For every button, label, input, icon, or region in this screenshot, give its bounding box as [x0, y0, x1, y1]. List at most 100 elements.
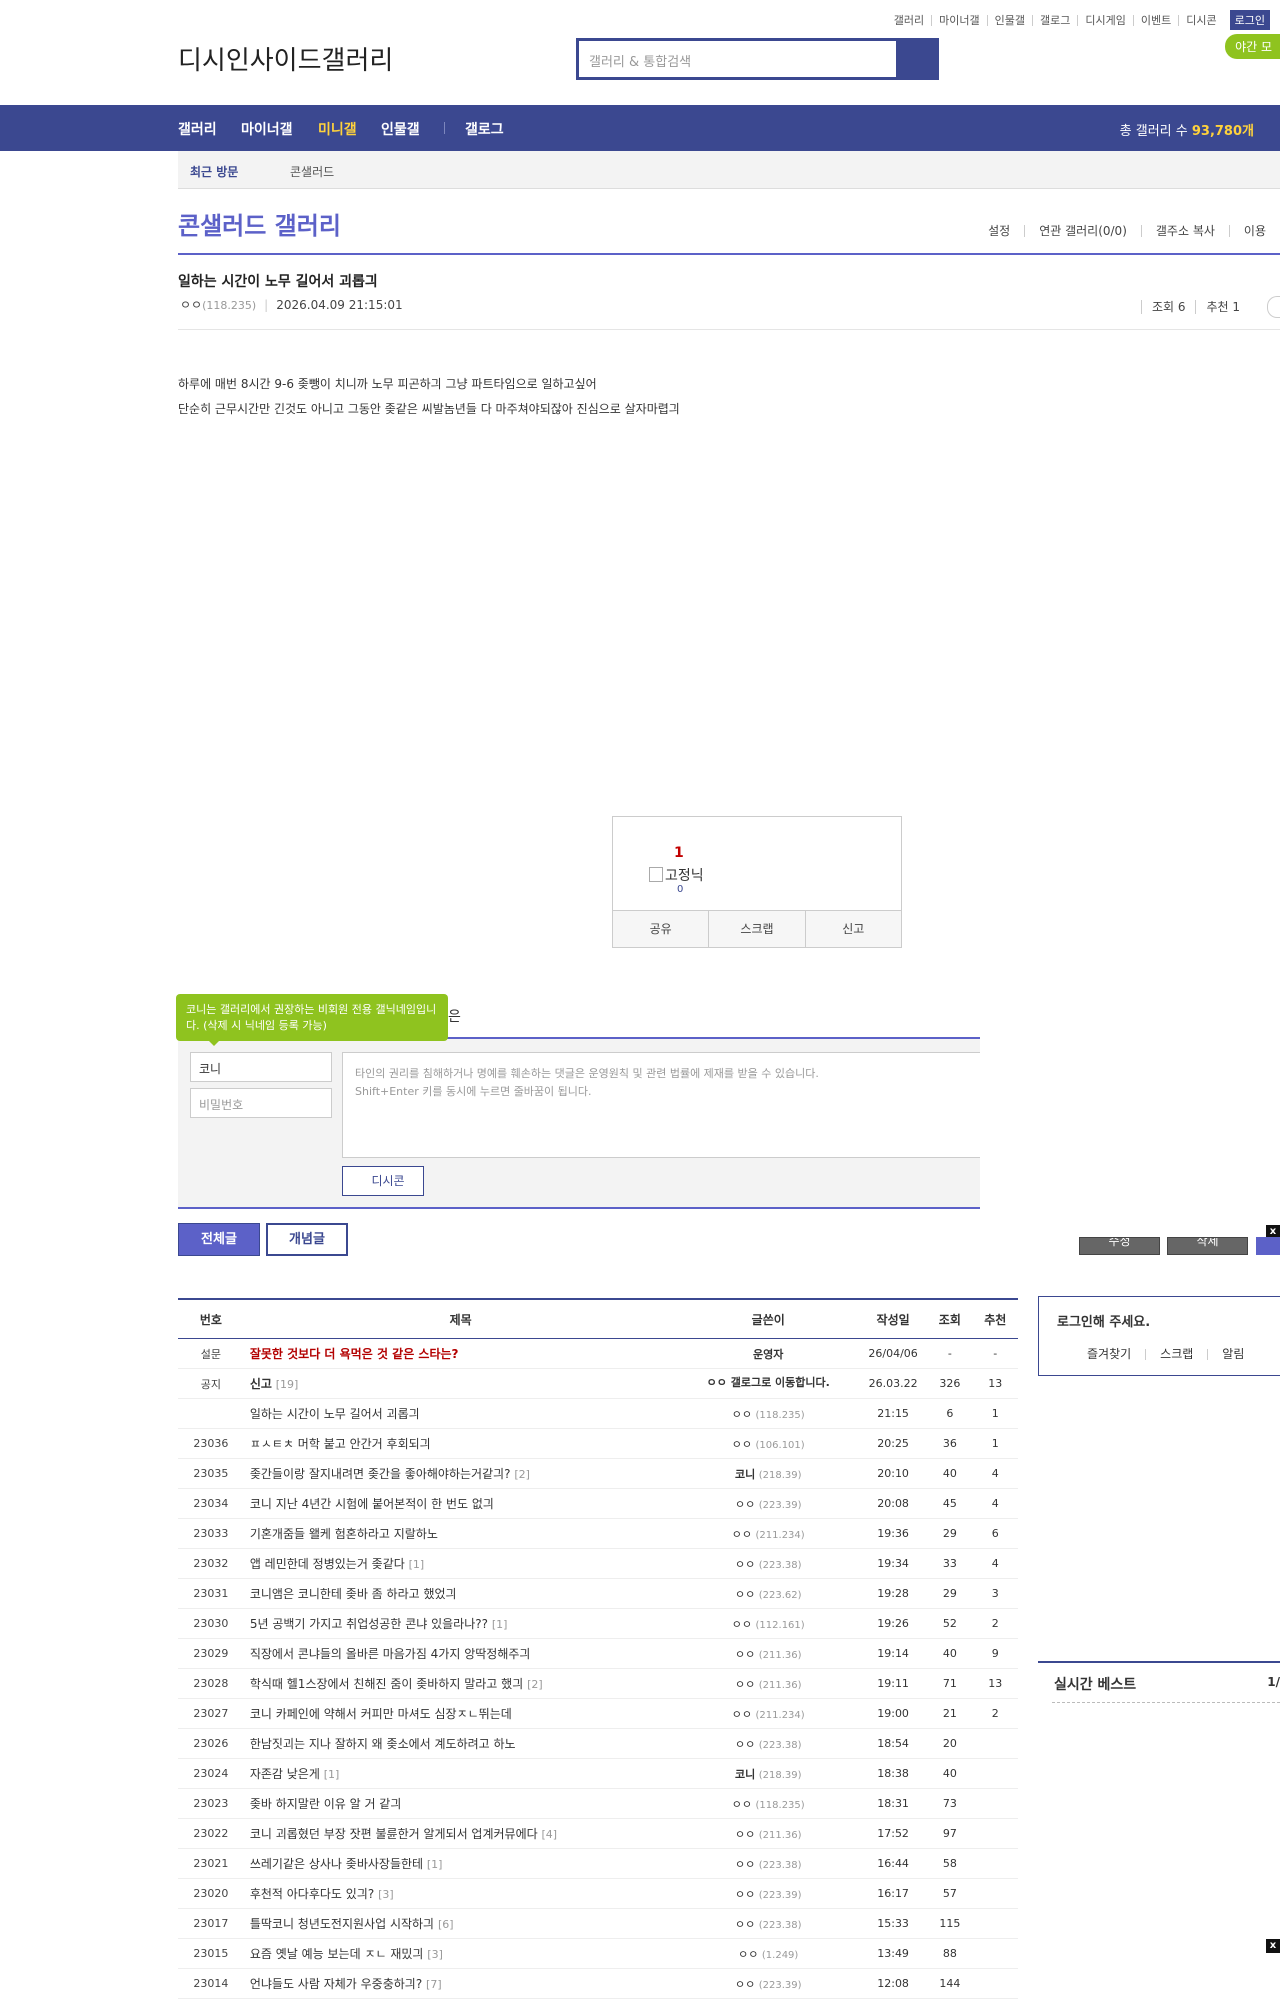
writer-name[interactable]: 코니 — [735, 1768, 755, 1781]
post-writer[interactable]: ㅇㅇ (223.38) — [677, 1908, 860, 1939]
util-link-dcgame[interactable]: 디시게임 — [1077, 14, 1132, 26]
util-link-gallog[interactable]: 갤로그 — [1032, 14, 1077, 26]
comment-count[interactable]: [1] — [492, 1618, 508, 1631]
post-title-link[interactable]: 기혼개줌들 왤케 험혼하라고 지랄하노 — [250, 1527, 438, 1541]
post-writer[interactable]: ㅇㅇ 갤로그로 이동합니다. — [677, 1368, 860, 1399]
post-title-link[interactable]: 직장에서 콘냐들의 올바른 마음가짐 4가지 앙딱정해주긔 — [250, 1647, 531, 1661]
gallery-settings-link[interactable]: 설정 — [974, 225, 1024, 237]
all-posts-tab[interactable]: 전체글 — [178, 1223, 260, 1256]
search-input[interactable]: 갤러리 & 통합검색 — [579, 41, 896, 77]
comment-name-field[interactable]: 코니 — [190, 1052, 332, 1082]
writer-name[interactable]: ㅇㅇ — [735, 1888, 755, 1901]
post-title-cell[interactable]: 코니 지난 4년간 시험에 붙어본적이 한 번도 없긔 — [243, 1488, 678, 1519]
post-title-cell[interactable]: 5년 공백기 가지고 취업성공한 콘냐 있을라나?? [1] — [243, 1608, 678, 1639]
post-title-link[interactable]: 후천적 아다후다도 있긔? — [250, 1887, 374, 1901]
table-row[interactable]: 23024 자존감 낮은게 [1] 코니 (218.39) 18:38 40 — [178, 1758, 1018, 1789]
scrap-button[interactable]: 스크랩 — [708, 911, 804, 947]
post-title-cell[interactable]: 신고 [19] — [243, 1368, 678, 1399]
comment-count[interactable]: [4] — [542, 1828, 558, 1841]
writer-name[interactable]: 운영자 — [753, 1348, 783, 1361]
post-title-link[interactable]: 5년 공백기 가지고 취업성공한 콘냐 있을라나?? — [250, 1617, 488, 1631]
nav-mini-gallery[interactable]: 미니갤 — [318, 119, 357, 139]
share-button[interactable]: 공유 — [613, 911, 708, 947]
writer-name[interactable]: ㅇㅇ — [732, 1708, 752, 1721]
side-scrap-link[interactable]: 스크랩 — [1160, 1348, 1209, 1360]
comment-count[interactable]: [7] — [426, 1978, 442, 1991]
nav-gallery[interactable]: 갤러리 — [178, 119, 217, 139]
writer-name[interactable]: ㅇㅇ — [735, 1978, 755, 1991]
post-writer[interactable]: ㅇㅇ (1.249) — [677, 1938, 860, 1969]
comment-count[interactable]: [6] — [438, 1918, 454, 1931]
table-row[interactable]: 23031 코니앰은 코니한테 좆바 좀 하라고 했었긔 ㅇㅇ (223.62) 1… — [178, 1578, 1018, 1609]
writer-name[interactable]: ㅇㅇ — [735, 1678, 755, 1691]
post-title-cell[interactable]: 좆바 하지말란 이유 알 거 같긔 — [243, 1788, 678, 1819]
post-title-link[interactable]: 잘못한 것보다 더 욕먹은 것 같은 스타는? — [250, 1347, 459, 1361]
writer-name[interactable]: 코니 — [735, 1468, 755, 1481]
post-title-link[interactable]: 좆바 하지말란 이유 알 거 같긔 — [250, 1797, 402, 1811]
table-row[interactable]: 23026 한남짓괴는 지나 잘하지 왜 좆소에서 계도하려고 하노 ㅇㅇ (22… — [178, 1728, 1018, 1759]
side-notification-link[interactable]: 알림 — [1222, 1348, 1258, 1360]
table-row[interactable]: 23030 5년 공백기 가지고 취업성공한 콘냐 있을라나?? [1] ㅇㅇ (1… — [178, 1608, 1018, 1639]
post-title-cell[interactable]: 학식때 헬1스장에서 친해진 줌이 좆바하지 말라고 했긔 [2] — [243, 1668, 678, 1699]
post-title-link[interactable]: 쓰레기같은 상사나 좆바사장들한테 — [250, 1857, 423, 1871]
post-title-cell[interactable]: 코니 괴롭혔던 부장 잣편 불륜한거 알게되서 업계커뮤에다 [4] — [243, 1818, 678, 1849]
table-row[interactable]: 23034 코니 지난 4년간 시험에 붙어본적이 한 번도 없긔 ㅇㅇ (223… — [178, 1488, 1018, 1519]
post-title-cell[interactable]: 잘못한 것보다 더 욕먹은 것 같은 스타는? — [243, 1338, 678, 1369]
post-title-cell[interactable]: 요즘 옛날 예능 보는데 ㅈㄴ 재밌긔 [3] — [243, 1938, 678, 1969]
util-link-minor[interactable]: 마이너갤 — [931, 14, 986, 26]
table-row[interactable]: 23036 ㅍㅅㅌㅊ 머학 붙고 안간거 후회되긔 ㅇㅇ (106.101) 20:… — [178, 1428, 1018, 1459]
post-title-cell[interactable]: 언냐들도 사람 자체가 우중충하긔? [7] — [243, 1968, 678, 1999]
post-writer[interactable]: 운영자 — [677, 1338, 860, 1369]
post-title-link[interactable]: 자존감 낮은게 — [250, 1767, 320, 1781]
post-writer[interactable]: ㅇㅇ (211.36) — [677, 1818, 860, 1849]
post-title-link[interactable]: 학식때 헬1스장에서 친해진 줌이 좆바하지 말라고 했긔 — [250, 1677, 523, 1691]
writer-name[interactable]: ㅇㅇ — [732, 1408, 752, 1421]
post-writer[interactable]: ㅇㅇ (223.38) — [677, 1728, 860, 1759]
nav-person-gallery[interactable]: 인물갤 — [381, 119, 420, 139]
fixed-nick-recommend-image[interactable]: 고정닉 — [649, 865, 704, 885]
table-row[interactable]: 23023 좆바 하지말란 이유 알 거 같긔 ㅇㅇ (118.235) 18:31… — [178, 1788, 1018, 1819]
post-writer[interactable]: 코니 (218.39) — [677, 1758, 860, 1789]
post-title-cell[interactable]: 직장에서 콘냐들의 올바른 마음가짐 4가지 앙딱정해주긔 — [243, 1638, 678, 1669]
post-writer[interactable]: ㅇㅇ (112.161) — [677, 1608, 860, 1639]
post-title-cell[interactable]: 기혼개줌들 왤케 험혼하라고 지랄하노 — [243, 1518, 678, 1549]
comment-password-field[interactable]: 비밀번호 — [190, 1088, 332, 1118]
post-title-cell[interactable]: 후천적 아다후다도 있긔? [3] — [243, 1878, 678, 1909]
table-row[interactable]: 공지 신고 [19] ㅇㅇ 갤로그로 이동합니다. 26.03.22 326 13 — [178, 1368, 1018, 1399]
dccon-button[interactable]: 디시콘 — [342, 1166, 424, 1196]
post-title-cell[interactable]: 코니 카페인에 약해서 커피만 마셔도 심장ㅈㄴ뛰는데 — [243, 1698, 678, 1729]
post-writer[interactable]: ㅇㅇ (223.62) — [677, 1578, 860, 1609]
util-link-dccon[interactable]: 디시콘 — [1178, 14, 1223, 26]
table-row[interactable]: 23035 좆간들이랑 잘지내려면 좆간을 좋아해야하는거같긔? [2] 코니 (2… — [178, 1458, 1018, 1489]
post-title-link[interactable]: 틀딱코니 청년도전지원사업 시작하긔 — [250, 1917, 434, 1931]
writer-name[interactable]: ㅇㅇ — [735, 1588, 755, 1601]
post-title-cell[interactable]: 일하는 시간이 노무 길어서 괴롭긔 — [243, 1398, 678, 1429]
post-author[interactable]: ㅇㅇ — [180, 298, 202, 312]
post-title-cell[interactable]: 코니앰은 코니한테 좆바 좀 하라고 했었긔 — [243, 1578, 678, 1609]
post-title-link[interactable]: 좆간들이랑 잘지내려면 좆간을 좋아해야하는거같긔? — [250, 1467, 511, 1481]
post-title-cell[interactable]: 틀딱코니 청년도전지원사업 시작하긔 [6] — [243, 1908, 678, 1939]
comment-count[interactable]: [2] — [527, 1678, 543, 1691]
comment-count[interactable]: [1] — [427, 1858, 443, 1871]
logo[interactable]: 디시인사이드갤러리 — [178, 40, 393, 77]
post-title-link[interactable]: 한남짓괴는 지나 잘하지 왜 좆소에서 계도하려고 하노 — [250, 1737, 516, 1751]
recent-visit-item[interactable]: 콘샐러드 — [290, 163, 334, 180]
writer-name[interactable]: ㅇㅇ — [732, 1618, 752, 1631]
comment-count-button[interactable] — [1267, 296, 1280, 318]
post-title-link[interactable]: 신고 — [250, 1377, 272, 1391]
post-title-link[interactable]: 코니 지난 4년간 시험에 붙어본적이 한 번도 없긔 — [250, 1497, 494, 1511]
post-title-cell[interactable]: 쓰레기같은 상사나 좆바사장들한테 [1] — [243, 1848, 678, 1879]
comment-count[interactable]: [3] — [427, 1948, 443, 1961]
copy-gallery-address-link[interactable]: 갤주소 복사 — [1140, 225, 1229, 237]
post-title-link[interactable]: 앱 레민한데 정병있는거 좆같다 — [250, 1557, 405, 1571]
table-row[interactable]: 23022 코니 괴롭혔던 부장 잣편 불륜한거 알게되서 업계커뮤에다 [4] ㅇ… — [178, 1818, 1018, 1849]
writer-name[interactable]: ㅇㅇ — [735, 1858, 755, 1871]
post-title-link[interactable]: ㅍㅅㅌㅊ 머학 붙고 안간거 후회되긔 — [250, 1437, 431, 1451]
post-title-cell[interactable]: 자존감 낮은게 [1] — [243, 1758, 678, 1789]
table-row[interactable]: 23021 쓰레기같은 상사나 좆바사장들한테 [1] ㅇㅇ (223.38) 16:… — [178, 1848, 1018, 1879]
table-row[interactable]: 23017 틀딱코니 청년도전지원사업 시작하긔 [6] ㅇㅇ (223.38) 15… — [178, 1908, 1018, 1939]
writer-name[interactable]: ㅇㅇ — [735, 1498, 755, 1511]
post-writer[interactable]: ㅇㅇ (211.36) — [677, 1668, 860, 1699]
realtime-best-page[interactable]: 1/ — [1267, 1675, 1280, 1689]
post-writer[interactable]: ㅇㅇ (223.39) — [677, 1878, 860, 1909]
